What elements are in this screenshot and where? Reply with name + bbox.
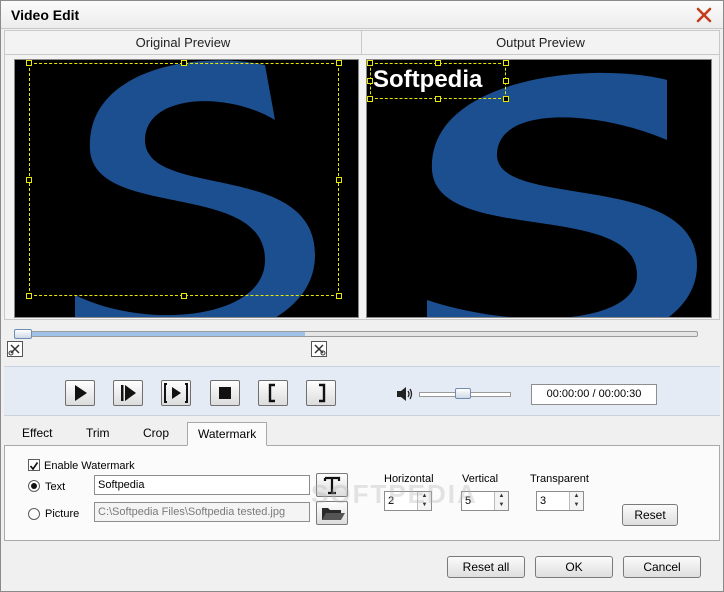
- timeline-trim-range: [15, 332, 305, 336]
- play-button[interactable]: [65, 380, 95, 406]
- enable-watermark-label: Enable Watermark: [44, 460, 135, 472]
- timeline: [4, 323, 720, 363]
- radio-selected-dot: [31, 483, 37, 489]
- original-preview-video: [14, 59, 359, 318]
- ok-button[interactable]: OK: [535, 556, 613, 578]
- spinner-arrows[interactable]: ▲ ▼: [494, 492, 508, 510]
- selection-handle[interactable]: [336, 293, 342, 299]
- set-end-button[interactable]: [306, 380, 336, 406]
- stop-icon: [219, 387, 231, 399]
- picture-radio[interactable]: [28, 508, 40, 520]
- tab-effect[interactable]: Effect: [12, 422, 62, 446]
- edit-tabs: Effect Trim Crop Watermark: [4, 422, 720, 446]
- original-preview-label: Original Preview: [5, 31, 362, 55]
- spinner-arrows[interactable]: ▲ ▼: [569, 492, 583, 510]
- bracket-left-icon: [268, 383, 275, 403]
- selection-handle[interactable]: [435, 60, 441, 66]
- output-preview-label: Output Preview: [362, 31, 719, 55]
- tab-watermark[interactable]: Watermark: [187, 422, 268, 446]
- reset-all-button[interactable]: Reset all: [447, 556, 525, 578]
- softpedia-watermark-logo: SOFTPEDIA: [311, 479, 478, 509]
- selection-handle[interactable]: [26, 293, 32, 299]
- enable-watermark-checkbox[interactable]: [28, 459, 40, 471]
- preview-area: Original Preview Output Preview Softpedi…: [4, 30, 720, 320]
- trim-start-scissor-icon[interactable]: [7, 341, 23, 357]
- playback-controls: 00:00:00 / 00:00:30: [4, 366, 720, 416]
- text-radio[interactable]: [28, 480, 40, 492]
- selection-handle[interactable]: [26, 60, 32, 66]
- video-edit-window: Video Edit Original Preview Output Previ…: [0, 0, 724, 592]
- timeline-playhead[interactable]: [14, 329, 32, 339]
- text-option-label: Text: [45, 481, 66, 493]
- volume-slider-thumb[interactable]: [455, 388, 471, 399]
- volume-icon[interactable]: [396, 386, 414, 402]
- crop-selection-box[interactable]: [29, 63, 339, 296]
- spin-up-icon[interactable]: ▲: [570, 492, 583, 501]
- transparent-value: 3: [540, 495, 547, 507]
- selection-handle[interactable]: [336, 60, 342, 66]
- watermark-text-input[interactable]: Softpedia: [94, 475, 310, 495]
- set-start-button[interactable]: [258, 380, 288, 406]
- watermark-selection-box[interactable]: [370, 63, 506, 99]
- tab-trim[interactable]: Trim: [76, 422, 120, 446]
- spin-down-icon[interactable]: ▼: [570, 501, 583, 510]
- watermark-picture-path[interactable]: C:\Softpedia Files\Softpedia tested.jpg: [94, 502, 310, 522]
- selection-handle[interactable]: [336, 177, 342, 183]
- selection-handle[interactable]: [367, 78, 373, 84]
- selection-handle[interactable]: [367, 60, 373, 66]
- reset-button[interactable]: Reset: [622, 504, 678, 526]
- spin-down-icon[interactable]: ▼: [495, 501, 508, 510]
- picture-option-label: Picture: [45, 508, 80, 520]
- title-bar: Video Edit: [1, 1, 723, 29]
- stop-button[interactable]: [210, 380, 240, 406]
- spin-up-icon[interactable]: ▲: [495, 492, 508, 501]
- tab-crop[interactable]: Crop: [133, 422, 179, 446]
- close-icon[interactable]: [695, 6, 713, 24]
- selection-handle[interactable]: [26, 177, 32, 183]
- step-forward-icon: [121, 385, 136, 401]
- play-range-icon: [164, 383, 188, 403]
- window-title: Video Edit: [11, 7, 80, 23]
- bracket-right-icon: [319, 383, 326, 403]
- check-icon: [29, 462, 39, 471]
- selection-handle[interactable]: [503, 78, 509, 84]
- cancel-button[interactable]: Cancel: [623, 556, 701, 578]
- timeline-track[interactable]: [14, 331, 698, 337]
- selection-handle[interactable]: [503, 60, 509, 66]
- selection-handle[interactable]: [367, 96, 373, 102]
- time-display: 00:00:00 / 00:00:30: [531, 384, 657, 405]
- next-frame-button[interactable]: [113, 380, 143, 406]
- transparent-label: Transparent: [530, 473, 589, 485]
- selection-handle[interactable]: [503, 96, 509, 102]
- output-preview-video: Softpedia: [366, 59, 712, 318]
- selection-handle[interactable]: [181, 60, 187, 66]
- play-selection-button[interactable]: [161, 380, 191, 406]
- transparent-spinner[interactable]: 3 ▲ ▼: [536, 491, 584, 511]
- trim-end-scissor-icon[interactable]: [311, 341, 327, 357]
- selection-handle[interactable]: [181, 293, 187, 299]
- play-icon: [75, 385, 87, 401]
- selection-handle[interactable]: [435, 96, 441, 102]
